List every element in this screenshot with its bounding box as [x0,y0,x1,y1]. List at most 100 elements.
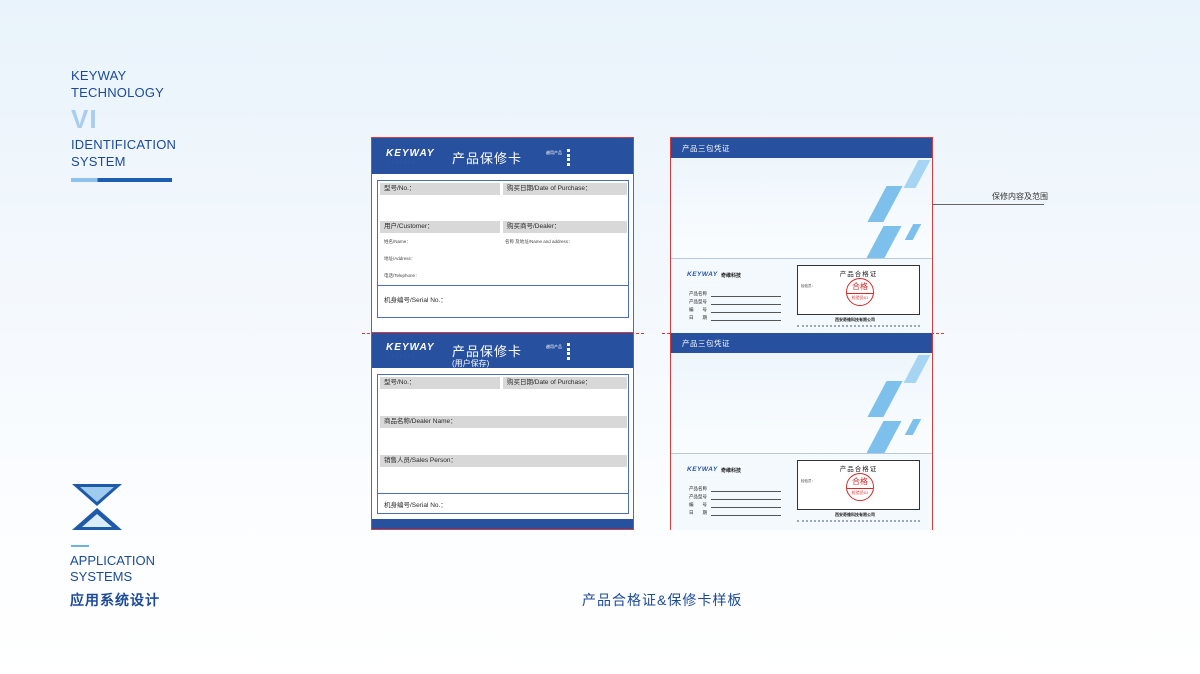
cert-upper-panel [671,158,932,258]
page-caption: 产品合格证&保修卡样板 [582,592,743,608]
field-serial: 机身编号/Serial No.： [384,297,447,304]
keyway-logo-dots: ········· [687,475,723,479]
keyway-logo: KEYWAY [386,342,435,353]
deco-slash [903,355,931,383]
section-systems: SYSTEMS [70,569,133,584]
field-name: 姓名/Name： [384,239,411,244]
stamp-sub: 检验员01 [851,295,869,300]
qualification-certificate: 产品合格证 检验员： 合格 检验员01 [797,265,920,315]
section-cn-title: 应用系统设计 [70,592,160,608]
stamp-sub: 检验员01 [851,490,869,495]
keyway-logo-cn: 奇维科技 [721,273,742,279]
field-telephone: 电话/Telephone： [384,273,420,278]
cert-lower-panel: KEYWAY 奇维科技 ········· 产品名称 产品型号 编 号 日 期 … [671,259,932,334]
qualified-stamp: 合格 检验员01 [846,473,874,501]
deco-slash [904,419,922,435]
cert-header-title: 产品三包凭证 [682,144,730,153]
cert-field-line [711,499,781,500]
warranty-footer-bar [372,519,633,529]
warranty-title: 产品保修卡 [452,151,523,166]
keyway-logo: KEYWAY [687,466,718,473]
keyway-logo: KEYWAY [687,271,718,278]
deco-slash [866,226,902,258]
brand-system: SYSTEM [71,154,126,169]
warranty-form-top: 型号/No.： 购买日期/Date of Purchase： 用户/Custom… [377,180,629,318]
cert-field-model: 产品型号 [689,299,707,304]
form-divider [378,493,628,494]
field-address: 地址/Address： [384,256,416,261]
cert-lower-panel: KEYWAY 奇维科技 ········· 产品名称 产品型号 编 号 日 期 … [671,454,932,530]
brand-technology: TECHNOLOGY [71,85,165,100]
cert-field-line [711,304,781,305]
cert-upper-panel [671,353,932,453]
warranty-subtitle-bottom: (用户保存) [452,359,490,368]
keyway-logo: KEYWAY [386,148,435,159]
warranty-header: KEYWAY ······· 产品保修卡 越用产品 [372,138,633,174]
cert-field-number: 编 号 [689,502,707,507]
cert-inspector: 检验员： [801,479,815,483]
cert-field-line [711,507,781,508]
warranty-small-label: 越用产品 [546,344,562,349]
cert-field-line [711,320,781,321]
company-name: 西安奇维科技有限公司 [835,317,875,322]
stamp-main: 合格 [852,477,868,486]
stamp-main: 合格 [852,282,868,291]
field-dealer-name-address: 名称 及地址/Name and address： [505,239,573,244]
field-serial: 机身编号/Serial No.： [384,502,447,509]
warranty-card-bottom: KEYWAY ······· 产品保修卡 (用户保存) 越用产品 型号/No.：… [371,333,634,530]
brand-vi: VI [71,104,98,134]
cert-inspector: 检验员： [801,284,815,288]
barcode-icon [567,149,570,167]
keyway-logo-sub: ······· [388,160,416,164]
brand-keyway: KEYWAY [71,68,127,83]
section-application: APPLICATION [70,553,156,568]
deco-slash [866,421,902,453]
cert-field-name: 产品名称 [689,291,707,296]
keyway-logo-sub: ······· [388,354,416,358]
stamp-line [847,488,873,489]
deco-slash [867,186,903,222]
cert-header: 产品三包凭证 [671,333,932,353]
qualification-certificate: 产品合格证 检验员： 合格 检验员01 [797,460,920,510]
warranty-form-bottom: 型号/No.： 购买日期/Date of Purchase： 商品名称/Deal… [377,374,629,514]
cert-field-number: 编 号 [689,307,707,312]
field-purchase-date: 购买日期/Date of Purchase： [503,377,627,389]
field-purchase-date: 购买日期/Date of Purchase： [503,183,627,195]
stamp-line [847,293,873,294]
cert-title: 产品合格证 [839,466,878,473]
deco-slash [903,160,931,188]
field-model: 型号/No.： [380,183,500,195]
deco-slash [867,381,903,417]
warranty-small-label: 越用产品 [546,150,562,155]
warranty-card-top: KEYWAY ······· 产品保修卡 越用产品 型号/No.： 购买日期/D… [371,137,634,333]
cert-field-line [711,515,781,516]
keyway-logo-cn: 奇维科技 [721,468,742,474]
company-name: 西安奇维科技有限公司 [835,512,875,517]
cert-field-line [711,296,781,297]
form-divider [378,285,628,286]
field-customer: 用户/Customer： [380,221,500,233]
section-divider [71,545,89,547]
company-address [797,325,920,327]
cert-field-model: 产品型号 [689,494,707,499]
cert-header-title: 产品三包凭证 [682,339,730,348]
cert-header: 产品三包凭证 [671,138,932,158]
field-dealer: 购买商号/Dealer： [503,221,627,233]
cert-field-date: 日 期 [689,510,707,515]
cert-title: 产品合格证 [839,271,878,278]
cert-card-bottom: 产品三包凭证 KEYWAY 奇维科技 ········· 产品名称 产品型号 编… [670,333,933,530]
cert-card-top: 产品三包凭证 KEYWAY 奇维科技 ········· 产品名称 产品型号 编… [670,137,933,334]
cert-field-date: 日 期 [689,315,707,320]
annotation-label: 保修内容及范围 [992,192,1048,201]
cert-field-line [711,491,781,492]
qualified-stamp: 合格 检验员01 [846,278,874,306]
barcode-icon [567,343,570,361]
deco-slash [904,224,922,240]
cert-field-name: 产品名称 [689,486,707,491]
field-model: 型号/No.： [380,377,500,389]
field-dealer-name: 商品名称/Dealer Name： [380,416,627,428]
hourglass-logo-icon [72,484,122,530]
company-address [797,520,920,522]
cert-field-line [711,312,781,313]
warranty-header-bottom: KEYWAY ······· 产品保修卡 (用户保存) 越用产品 [372,333,633,368]
